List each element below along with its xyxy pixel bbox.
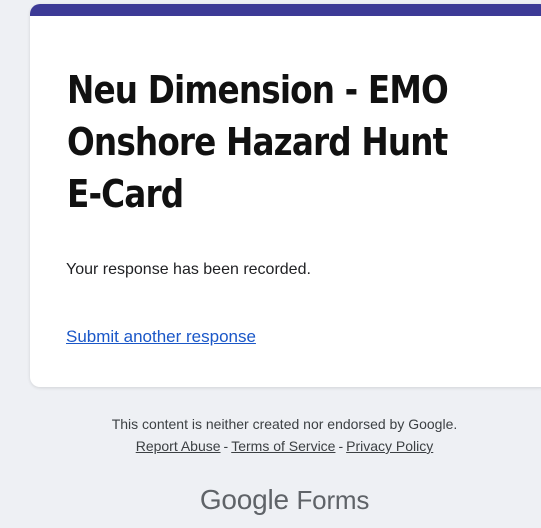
google-forms-logo[interactable]: Google Forms [0,484,541,516]
brand-forms-text: Forms [296,485,370,515]
brand-google-text: Google [199,484,289,515]
link-separator: - [223,438,229,454]
privacy-policy-link[interactable]: Privacy Policy [346,438,433,454]
terms-of-service-link[interactable]: Terms of Service [231,438,335,454]
submit-another-response-link[interactable]: Submit another response [66,327,256,347]
confirmation-message: Your response has been recorded. [66,261,311,278]
footer: This content is neither created nor endo… [0,414,541,456]
footer-links: Report Abuse - Terms of Service - Privacy Po… [0,436,541,456]
response-card: Neu Dimension - EMO Onshore Hazard Hunt … [30,4,541,387]
form-title: Neu Dimension - EMO Onshore Hazard Hunt … [67,68,449,216]
card-accent-bar [30,4,541,16]
disclaimer-text: This content is neither created nor endo… [111,416,458,432]
report-abuse-link[interactable]: Report Abuse [136,438,221,454]
link-separator: - [338,438,344,454]
